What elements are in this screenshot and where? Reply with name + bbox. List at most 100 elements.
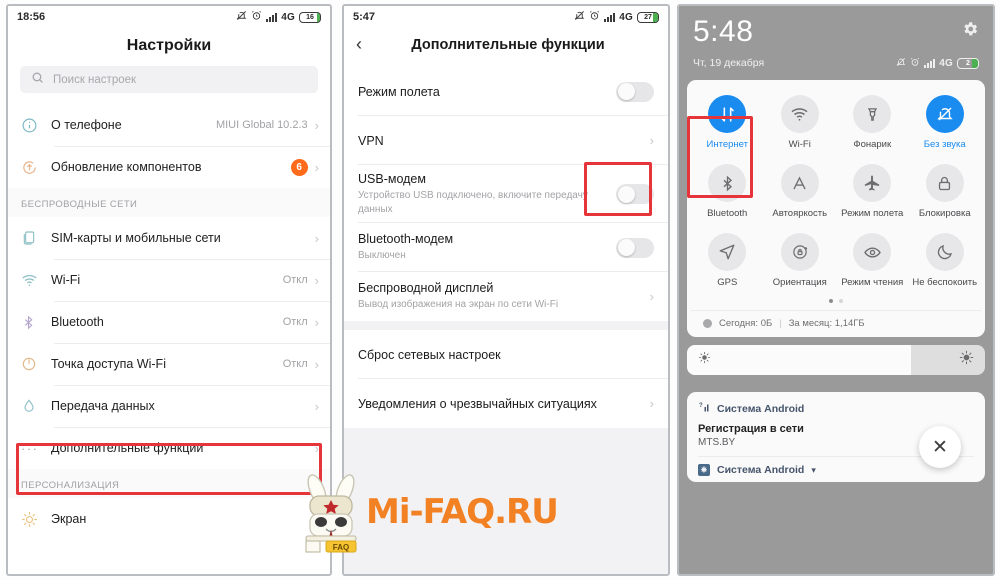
row-label: Дополнительные функции: [51, 441, 204, 455]
row-airplane-mode[interactable]: Режим полета: [344, 67, 668, 116]
sidebar-item-wifi[interactable]: Wi-Fi Откл ›: [8, 259, 330, 301]
network-type: 4G: [619, 11, 633, 23]
phone-panel-control-center: 5:48 Чт, 19 декабря 4G 2 Интернет Wi-Fi …: [677, 4, 995, 576]
tile-mute[interactable]: Без звука: [909, 90, 982, 159]
tile-reading-mode[interactable]: Режим чтения: [836, 228, 909, 297]
row-label: Обновление компонентов: [51, 160, 202, 174]
chevron-right-icon: ›: [314, 314, 319, 330]
sidebar-item-additional-functions[interactable]: ··· Дополнительные функции ›: [8, 427, 330, 469]
tile-bluetooth[interactable]: Bluetooth: [691, 159, 764, 228]
data-usage-row[interactable]: Сегодня: 0Б | За месяц: 1,14ГБ: [691, 310, 981, 337]
battery-indicator: 16: [299, 11, 321, 23]
tile-label: GPS: [717, 277, 738, 288]
gear-icon[interactable]: [961, 20, 979, 43]
brightness-slider[interactable]: [687, 345, 985, 375]
quick-settings-card: Интернет Wi-Fi Фонарик Без звука Bluetoo…: [687, 80, 985, 337]
row-subtitle: Выключен: [358, 250, 406, 262]
row-title: Сброс сетевых настроек: [358, 347, 501, 362]
tile-airplane-mode[interactable]: Режим полета: [836, 159, 909, 228]
row-bluetooth-tethering[interactable]: Bluetooth-модем Выключен: [344, 223, 668, 272]
tile-wifi[interactable]: Wi-Fi: [764, 90, 837, 159]
moon-icon: [925, 233, 964, 271]
sidebar-item-display[interactable]: Экран ›: [8, 498, 330, 540]
search-input[interactable]: Поиск настроек: [20, 66, 318, 93]
update-badge: 6: [290, 158, 308, 176]
sidebar-item-hotspot[interactable]: Точка доступа Wi-Fi Откл ›: [8, 343, 330, 385]
row-label: SIM-карты и мобильные сети: [51, 231, 221, 245]
location-icon: [708, 233, 747, 271]
status-bar: 18:56 4G 16: [8, 6, 330, 28]
row-label: Точка доступа Wi-Fi: [51, 357, 166, 371]
chevron-right-icon: ›: [314, 272, 319, 288]
sidebar-item-bluetooth[interactable]: Bluetooth Откл ›: [8, 301, 330, 343]
status-bar: 5:47 4G 27: [344, 6, 668, 28]
flashlight-icon: [853, 95, 892, 133]
row-vpn[interactable]: VPN ›: [344, 116, 668, 165]
usb-tethering-toggle[interactable]: [616, 184, 654, 204]
page-dot-active[interactable]: [829, 299, 833, 303]
clear-notifications-button[interactable]: ✕: [919, 426, 961, 468]
chevron-down-icon[interactable]: ▾: [811, 465, 816, 476]
data-month: За месяц: 1,14ГБ: [788, 318, 865, 329]
sidebar-item-data-usage[interactable]: Передача данных ›: [8, 385, 330, 427]
page-title: Настройки: [126, 37, 212, 54]
mute-bell-icon: [925, 95, 964, 133]
row-usb-tethering[interactable]: USB-модем Устройство USB подключено, вкл…: [344, 165, 668, 223]
tile-label: Режим чтения: [841, 277, 904, 288]
mute-icon: [236, 10, 247, 24]
tile-flashlight[interactable]: Фонарик: [836, 90, 909, 159]
row-title: Беспроводной дисплей: [358, 281, 494, 296]
mute-icon: [574, 10, 585, 24]
tile-internet[interactable]: Интернет: [691, 90, 764, 159]
sidebar-item-sim-cards[interactable]: SIM-карты и мобильные сети ›: [8, 217, 330, 259]
brightness-low-icon: [698, 351, 711, 369]
hotspot-icon: [21, 356, 51, 372]
tile-label: Блокировка: [918, 208, 971, 219]
row-value: Откл: [282, 274, 308, 286]
row-title: Режим полета: [358, 84, 440, 99]
tile-label: Ориентация: [772, 277, 827, 288]
mute-icon: [896, 55, 906, 71]
chevron-right-icon: ›: [649, 133, 654, 148]
tile-auto-brightness[interactable]: Автояркость: [764, 159, 837, 228]
svg-text:FAQ: FAQ: [333, 543, 349, 552]
wifi-icon: [21, 272, 51, 289]
row-value: Откл: [282, 358, 308, 370]
sidebar-item-component-update[interactable]: Обновление компонентов 6 ›: [8, 146, 330, 188]
alarm-icon: [251, 10, 262, 24]
row-label: Bluetooth: [51, 315, 104, 329]
notification-app-name: Система Android: [717, 464, 805, 476]
tile-label: Без звука: [923, 139, 966, 150]
search-placeholder: Поиск настроек: [53, 73, 137, 86]
data-today: Сегодня: 0Б: [719, 318, 773, 329]
update-icon: [21, 159, 51, 176]
row-reset-network[interactable]: Сброс сетевых настроек: [344, 330, 668, 379]
row-subtitle: Вывод изображения на экран по сети Wi-Fi: [358, 299, 559, 311]
tile-lock[interactable]: Блокировка: [909, 159, 982, 228]
tile-gps[interactable]: GPS: [691, 228, 764, 297]
phone-panel-settings: 18:56 4G 16 Настройки Поиск настроек О т…: [6, 4, 332, 576]
bluetooth-tethering-toggle[interactable]: [616, 237, 654, 258]
search-icon: [31, 71, 44, 89]
chevron-right-icon: ›: [314, 440, 319, 456]
tile-do-not-disturb[interactable]: Не беспокоить: [909, 228, 982, 297]
tile-orientation[interactable]: Ориентация: [764, 228, 837, 297]
tile-label: Интернет: [706, 139, 748, 150]
back-button[interactable]: ‹: [356, 34, 390, 55]
row-emergency-alerts[interactable]: Уведомления о чрезвычайных ситуациях ›: [344, 379, 668, 428]
wifi-icon: [780, 95, 819, 133]
row-label: О телефоне: [51, 118, 122, 132]
sidebar-item-about-phone[interactable]: О телефоне MIUI Global 10.2.3 ›: [8, 104, 330, 146]
data-separator: |: [779, 318, 782, 329]
battery-indicator: 2: [957, 57, 979, 69]
data-transfer-icon: [708, 95, 747, 133]
signal-bars-icon: [604, 12, 616, 22]
page-dot[interactable]: [839, 299, 843, 303]
notification-app-name: Система Android: [717, 402, 805, 415]
row-title: VPN: [358, 133, 384, 148]
date-label: Чт, 19 декабря: [693, 57, 765, 69]
row-wireless-display[interactable]: Беспроводной дисплей Вывод изображения н…: [344, 272, 668, 321]
airplane-mode-toggle[interactable]: [616, 81, 654, 102]
alarm-icon: [589, 10, 600, 24]
notification-card[interactable]: ? Система Android Регистрация в сети MTS…: [687, 392, 985, 482]
